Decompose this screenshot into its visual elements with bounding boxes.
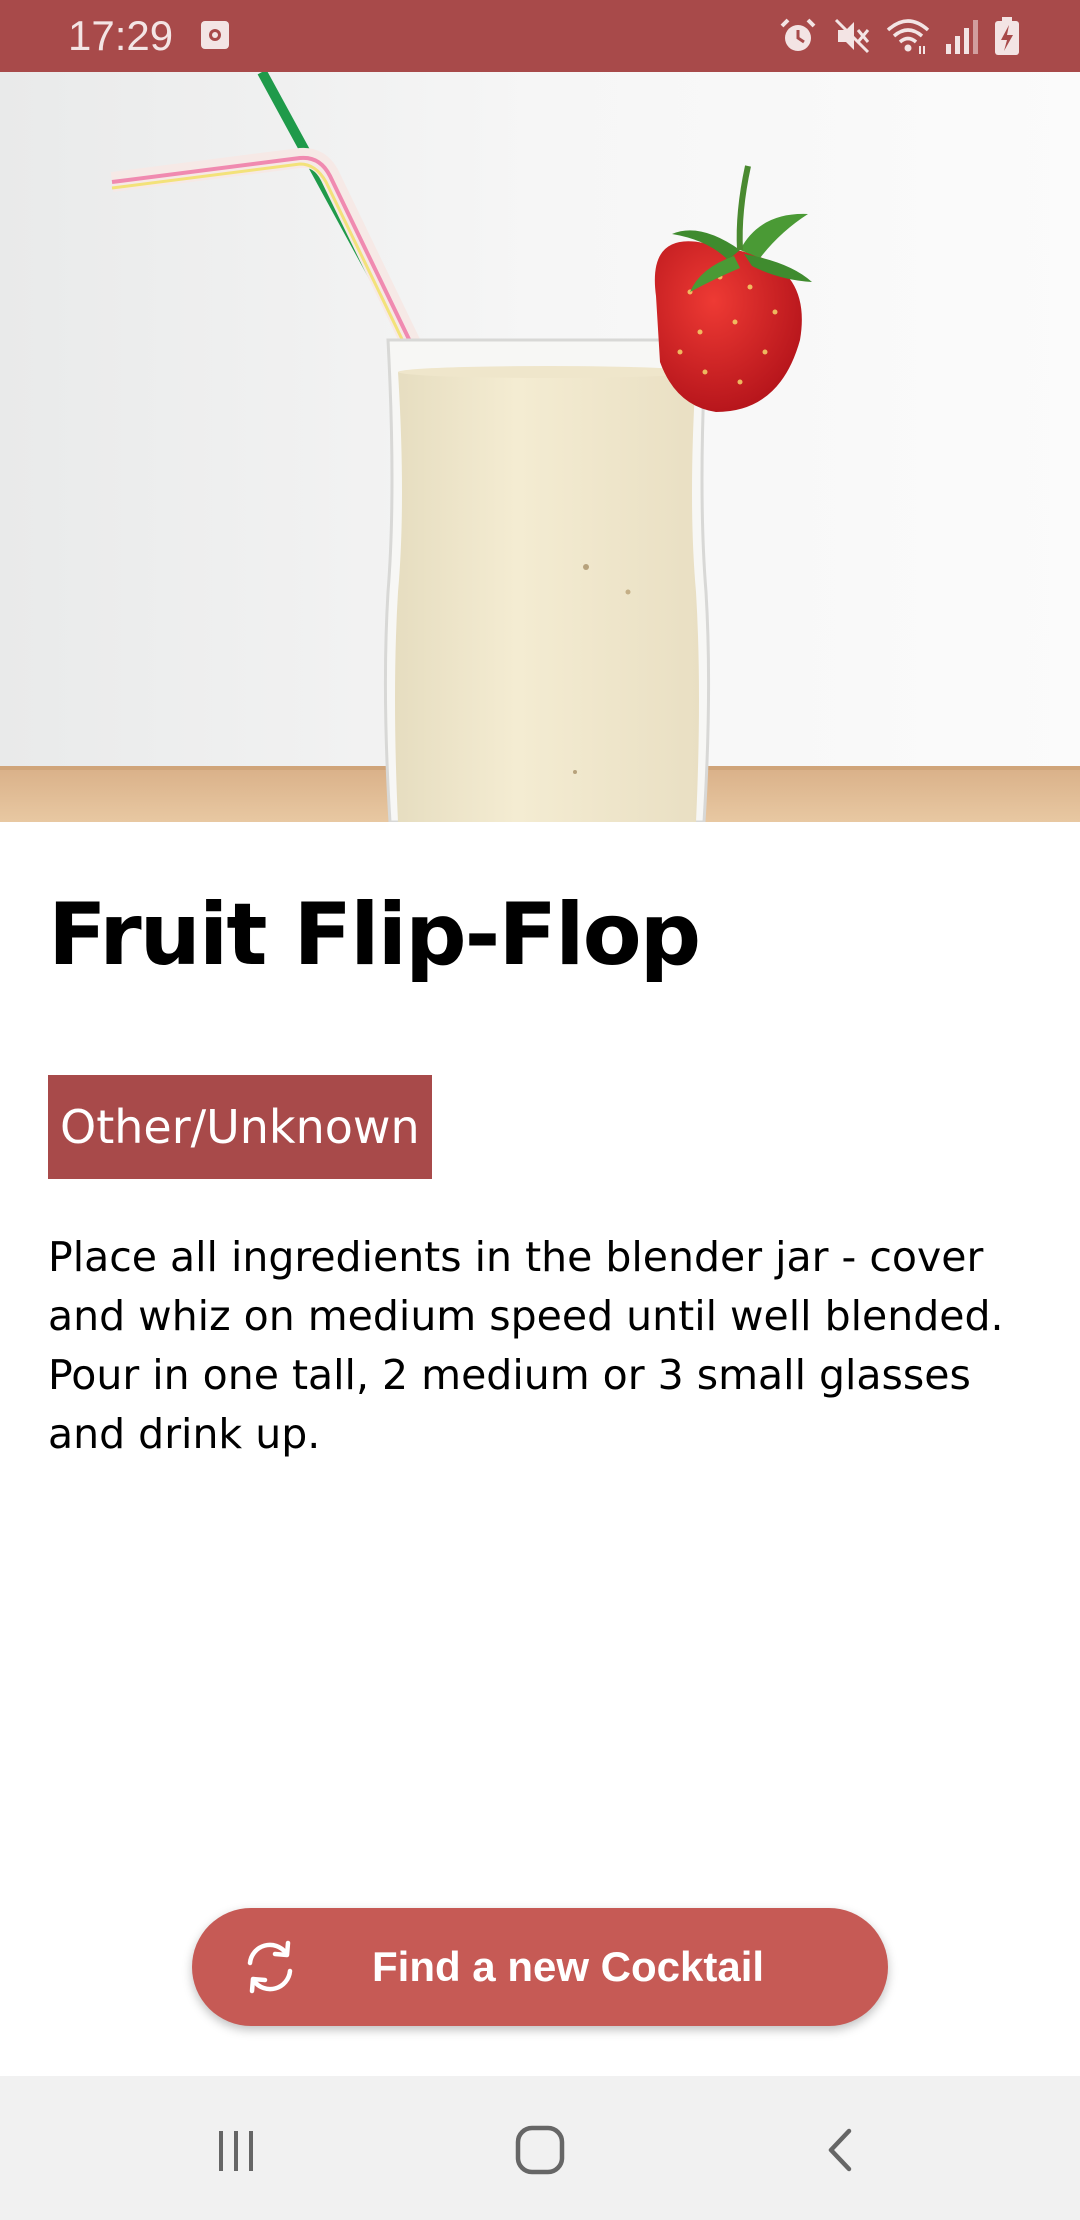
cocktail-instructions: Place all ingredients in the blender jar…	[48, 1233, 1004, 1458]
system-nav-bar	[0, 2076, 1080, 2220]
recent-apps-button[interactable]	[196, 2110, 276, 2190]
back-icon	[828, 2128, 852, 2172]
home-icon	[515, 2125, 565, 2175]
mute-icon	[834, 18, 870, 54]
home-button[interactable]	[500, 2110, 580, 2190]
find-button-label: Find a new Cocktail	[372, 1943, 765, 1990]
wifi-icon	[886, 19, 930, 54]
status-time: 17:29	[68, 12, 174, 59]
cocktail-image	[0, 72, 1080, 822]
milkshake-illustration	[0, 72, 1080, 822]
find-new-cocktail-button[interactable]: Find a new Cocktail	[192, 1908, 888, 2026]
signal-icon	[946, 20, 978, 54]
cocktail-title: Fruit Flip-Flop	[48, 885, 701, 985]
app-notification-icon	[201, 21, 229, 49]
category-badge: Other/Unknown	[48, 1075, 432, 1179]
battery-charging-icon	[995, 17, 1019, 55]
alarm-icon	[780, 18, 816, 51]
status-bar: 17:29	[0, 0, 1080, 72]
back-button[interactable]	[802, 2110, 882, 2190]
recent-apps-icon	[219, 2131, 253, 2171]
status-icons	[778, 16, 1020, 56]
refresh-icon	[247, 1940, 293, 1994]
